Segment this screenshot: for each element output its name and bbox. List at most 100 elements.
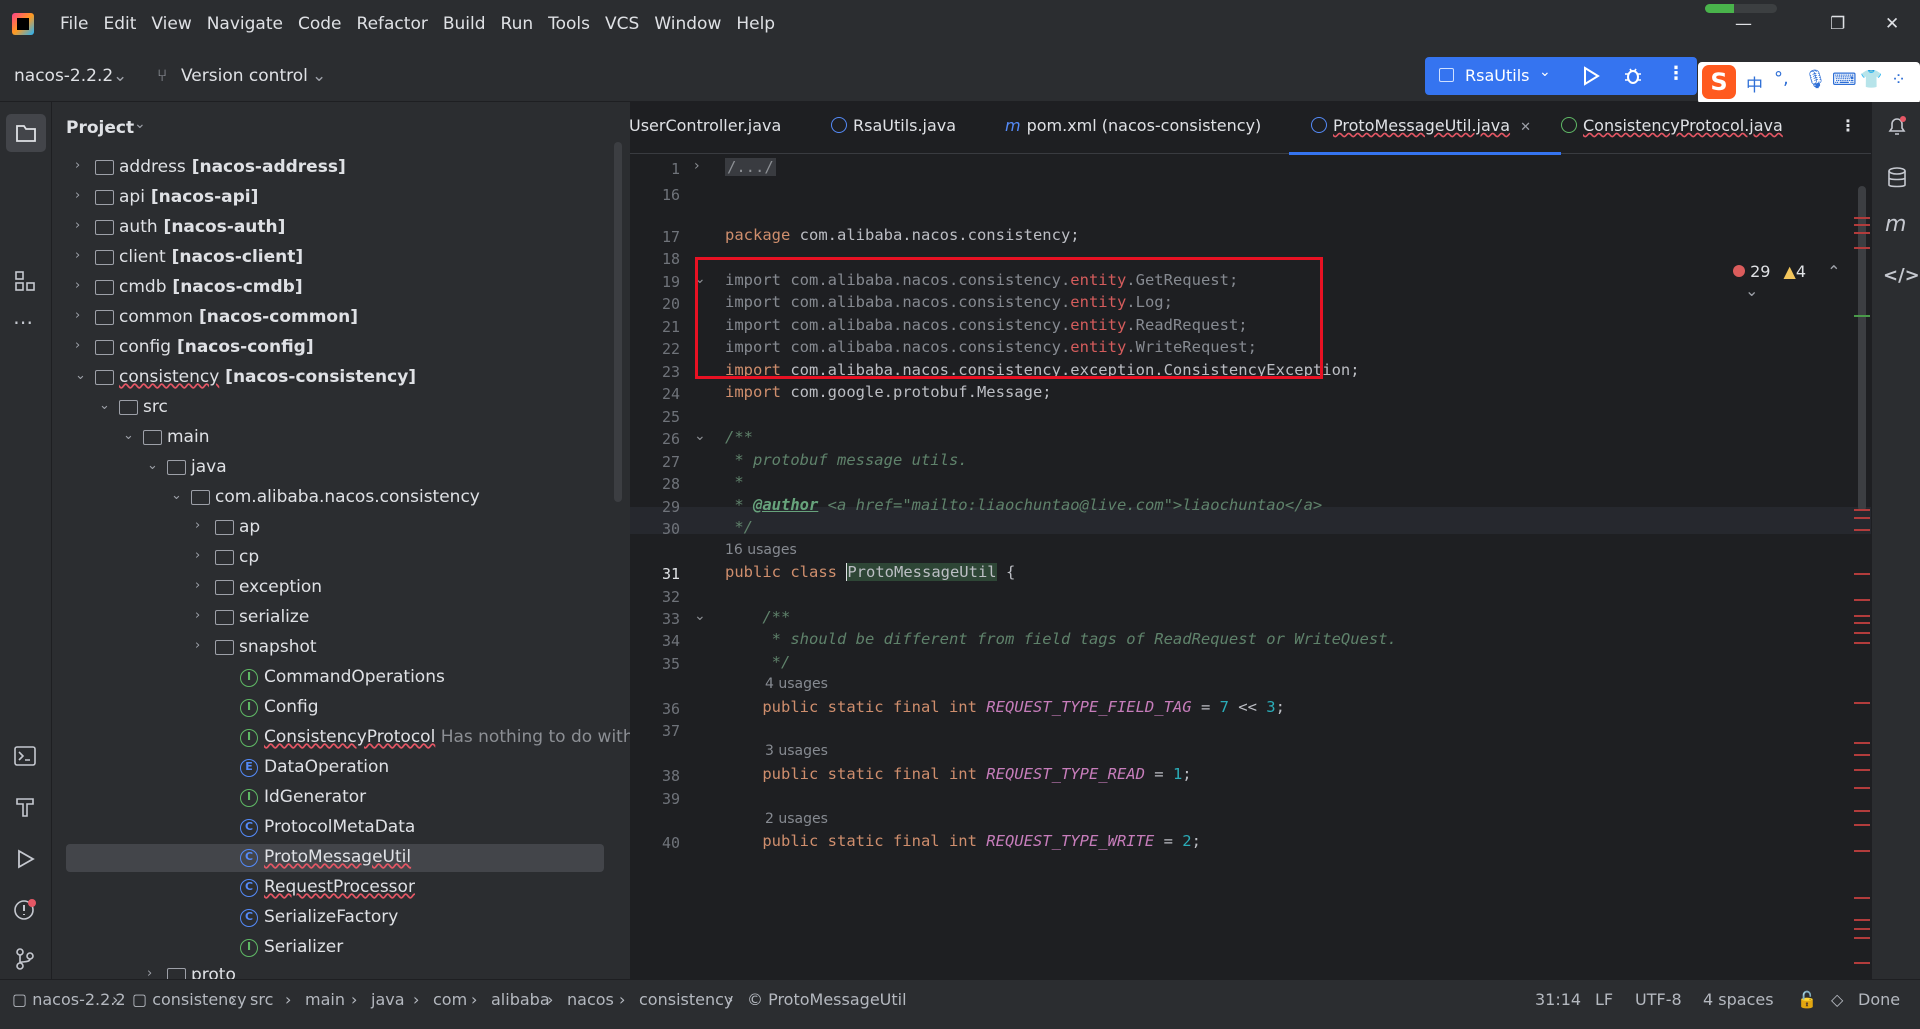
tab-usercontroller[interactable]: UserController.java bbox=[630, 116, 781, 135]
structure-icon[interactable] bbox=[14, 270, 36, 292]
tree-item[interactable]: ⌄ consistency [nacos-consistency] bbox=[52, 364, 630, 392]
error-stripe-mark[interactable] bbox=[1854, 742, 1870, 744]
database-icon[interactable] bbox=[1886, 166, 1908, 190]
editor-scrollbar[interactable] bbox=[1858, 186, 1866, 511]
error-stripe-mark[interactable] bbox=[1854, 599, 1870, 601]
tree-item[interactable]: ⌄ src bbox=[52, 394, 630, 422]
error-stripe-mark[interactable] bbox=[1854, 642, 1870, 644]
run-tool-icon[interactable] bbox=[14, 848, 36, 870]
chevron-down-icon[interactable]: ⌄ bbox=[134, 116, 146, 132]
ime-mode-label[interactable]: 中 bbox=[1746, 71, 1763, 96]
tree-item[interactable]: › ap bbox=[52, 514, 630, 542]
menu-tools[interactable]: Tools bbox=[548, 14, 590, 34]
sogou-ime-icon[interactable]: S bbox=[1702, 65, 1736, 99]
intellij-logo-icon[interactable] bbox=[12, 13, 34, 35]
menu-help[interactable]: Help bbox=[736, 14, 775, 34]
previous-highlight-icon[interactable]: ⌃ bbox=[1827, 262, 1840, 281]
caret-position[interactable]: 31:14 bbox=[1535, 990, 1581, 1009]
chevron-right-icon[interactable]: › bbox=[195, 608, 200, 623]
project-tool-button[interactable] bbox=[6, 114, 46, 152]
error-stripe-mark[interactable] bbox=[1854, 632, 1870, 634]
more-tools-icon[interactable]: ⋯ bbox=[13, 310, 33, 334]
breadcrumb-item[interactable]: com bbox=[433, 990, 467, 1009]
error-stripe-mark[interactable] bbox=[1854, 224, 1870, 226]
chevron-right-icon[interactable]: › bbox=[195, 578, 200, 593]
error-stripe-mark[interactable] bbox=[1854, 247, 1870, 249]
error-stripe-mark[interactable] bbox=[1854, 897, 1870, 899]
close-tab-icon[interactable]: ✕ bbox=[1520, 120, 1531, 135]
breadcrumb-item[interactable]: consistency bbox=[639, 990, 733, 1009]
vcs-selector[interactable]: Version control bbox=[181, 66, 308, 86]
tree-item[interactable]: C ProtocolMetaData bbox=[52, 814, 630, 842]
chevron-down-icon[interactable]: ⌄ bbox=[123, 428, 134, 443]
breadcrumb-item[interactable]: alibaba bbox=[491, 990, 550, 1009]
tree-item[interactable]: › proto bbox=[52, 962, 630, 979]
error-stripe-mark[interactable] bbox=[1854, 509, 1870, 511]
debug-icon[interactable] bbox=[1623, 66, 1643, 86]
error-stripe-mark[interactable] bbox=[1854, 850, 1870, 852]
breadcrumb-item[interactable]: main bbox=[305, 990, 345, 1009]
chevron-right-icon[interactable]: › bbox=[75, 308, 80, 323]
code-with-me-icon[interactable]: ◇ bbox=[1831, 990, 1843, 1009]
tree-item[interactable]: › client [nacos-client] bbox=[52, 244, 630, 272]
tab-rsautils[interactable]: RsaUtils.java bbox=[831, 116, 956, 135]
class-name-token[interactable]: ProtoMessageUtil bbox=[846, 563, 997, 581]
tree-item[interactable]: › auth [nacos-auth] bbox=[52, 214, 630, 242]
tree-item[interactable]: ⌄ java bbox=[52, 454, 630, 482]
breadcrumb-item[interactable]: © ProtoMessageUtil bbox=[747, 990, 907, 1009]
error-stripe-mark[interactable] bbox=[1854, 232, 1870, 234]
tree-item[interactable]: I CommandOperations bbox=[52, 664, 630, 692]
chevron-down-icon[interactable]: ⌄ bbox=[99, 398, 110, 413]
endpoints-icon[interactable]: </> bbox=[1883, 265, 1920, 286]
next-highlight-icon[interactable]: ⌄ bbox=[1745, 281, 1758, 300]
line-separator[interactable]: LF bbox=[1595, 990, 1613, 1009]
tree-item[interactable]: › serialize bbox=[52, 604, 630, 632]
chevron-right-icon[interactable]: › bbox=[147, 966, 152, 979]
skin-icon[interactable]: 👕 bbox=[1860, 69, 1882, 90]
tree-item[interactable]: › common [nacos-common] bbox=[52, 304, 630, 332]
breadcrumb-item[interactable]: src bbox=[250, 990, 273, 1009]
notifications-bell-icon[interactable] bbox=[1885, 114, 1909, 138]
error-stripe-mark[interactable] bbox=[1854, 810, 1870, 812]
chevron-right-icon[interactable]: › bbox=[195, 518, 200, 533]
chevron-right-icon[interactable]: › bbox=[195, 548, 200, 563]
build-hammer-icon[interactable] bbox=[14, 796, 36, 818]
tree-item[interactable]: C RequestProcessor bbox=[52, 874, 630, 902]
breadcrumb-item[interactable]: java bbox=[371, 990, 405, 1009]
error-stripe-mark[interactable] bbox=[1854, 769, 1870, 771]
chevron-right-icon[interactable]: › bbox=[75, 278, 80, 293]
usages-hint[interactable]: 3 usages bbox=[765, 743, 828, 759]
tab-protomessageutil[interactable]: ProtoMessageUtil.java ✕ bbox=[1289, 116, 1561, 155]
menu-vcs[interactable]: VCS bbox=[605, 14, 639, 34]
fold-toggle-icon[interactable]: ⌄ bbox=[694, 428, 706, 444]
tree-item[interactable]: E DataOperation bbox=[52, 754, 630, 782]
menu-run[interactable]: Run bbox=[501, 14, 534, 34]
error-stripe-mark[interactable] bbox=[1854, 573, 1870, 575]
chevron-right-icon[interactable]: › bbox=[75, 338, 80, 353]
error-stripe-mark[interactable] bbox=[1854, 517, 1870, 519]
tree-item[interactable]: C ProtoMessageUtil bbox=[66, 844, 604, 872]
tree-item[interactable]: › exception bbox=[52, 574, 630, 602]
punctuation-icon[interactable]: °, bbox=[1774, 68, 1789, 89]
tree-item[interactable]: › api [nacos-api] bbox=[52, 184, 630, 212]
tab-actions-icon[interactable]: ⋮ bbox=[1840, 116, 1856, 135]
change-stripe-mark[interactable] bbox=[1854, 315, 1870, 317]
inspection-widget[interactable]: 29 ▲4 ⌃ ⌄ bbox=[1733, 262, 1871, 300]
restore-button[interactable]: ❐ bbox=[1830, 14, 1845, 34]
breadcrumb-item[interactable]: nacos bbox=[567, 990, 614, 1009]
error-stripe-mark[interactable] bbox=[1854, 919, 1870, 921]
usages-hint[interactable]: 4 usages bbox=[765, 676, 828, 692]
error-stripe-mark[interactable] bbox=[1854, 962, 1870, 964]
file-encoding[interactable]: UTF-8 bbox=[1635, 990, 1682, 1009]
tree-item[interactable]: I Config bbox=[52, 694, 630, 722]
menu-edit[interactable]: Edit bbox=[103, 14, 136, 34]
chevron-right-icon[interactable]: › bbox=[75, 218, 80, 233]
menu-file[interactable]: File bbox=[60, 14, 88, 34]
run-icon[interactable] bbox=[1581, 66, 1601, 86]
error-stripe-mark[interactable] bbox=[1854, 702, 1870, 704]
menu-refactor[interactable]: Refactor bbox=[357, 14, 428, 34]
problems-icon[interactable] bbox=[13, 898, 37, 922]
chevron-down-icon[interactable]: ⌄ bbox=[171, 488, 182, 503]
apps-grid-icon[interactable]: ⁘ bbox=[1891, 69, 1906, 90]
chevron-right-icon[interactable]: › bbox=[75, 248, 80, 263]
